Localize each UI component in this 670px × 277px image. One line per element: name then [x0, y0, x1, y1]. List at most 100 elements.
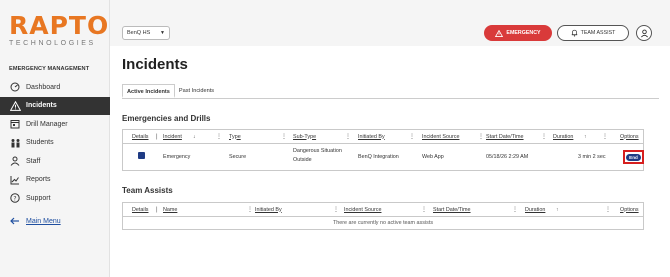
- team-assist-button[interactable]: TEAM ASSIST: [557, 25, 629, 41]
- sort-arrow-icon[interactable]: ↓: [193, 134, 196, 140]
- column-header-options: Options: [620, 206, 639, 213]
- column-menu-icon[interactable]: ⋮: [605, 206, 611, 213]
- column-header-incident[interactable]: Incident: [163, 134, 182, 140]
- column-menu-icon[interactable]: ⋮: [281, 133, 287, 140]
- sidebar-item-label: Support: [26, 194, 51, 202]
- table-header-row: Details | Incident ↓ ⋮ Type ⋮ Sub-Type ⋮…: [123, 130, 643, 144]
- column-menu-icon[interactable]: ⋮: [541, 133, 547, 140]
- emergency-button-label: EMERGENCY: [506, 30, 541, 36]
- sidebar-item-reports[interactable]: Reports: [0, 171, 110, 189]
- table-header-row: Details | Name ⋮ Initiated By ⋮ Incident…: [123, 203, 643, 217]
- column-header-duration[interactable]: Duration: [553, 134, 573, 140]
- emergency-button[interactable]: EMERGENCY: [484, 25, 552, 41]
- sidebar: RAPTOR TECHNOLOGIES EMERGENCY MANAGEMENT…: [0, 0, 130, 277]
- column-menu-icon[interactable]: ⋮: [247, 206, 253, 213]
- school-select-value: BenQ HS: [127, 30, 151, 36]
- empty-state-message: There are currently no active team assis…: [332, 220, 434, 226]
- column-header-name[interactable]: Name: [163, 207, 177, 213]
- sort-arrow-icon[interactable]: ↑: [556, 207, 559, 213]
- sidebar-item-dashboard[interactable]: Dashboard: [0, 78, 110, 96]
- end-button-label: End: [626, 153, 641, 161]
- students-icon: [9, 137, 21, 149]
- start-cell: 05/18/26 2:29 AM: [486, 154, 529, 160]
- warning-icon: [9, 100, 21, 112]
- school-select[interactable]: BenQ HS ▼: [122, 26, 170, 40]
- column-header-initiated-by[interactable]: Initiated By: [358, 134, 385, 140]
- tab-past-incidents[interactable]: Past Incidents: [175, 84, 218, 98]
- subtype-line-2: Outside: [293, 157, 312, 163]
- incident-cell: Emergency: [163, 154, 191, 160]
- column-menu-icon[interactable]: ⋮: [478, 133, 484, 140]
- sidebar-item-staff[interactable]: Staff: [0, 152, 110, 170]
- warning-icon: [495, 29, 504, 37]
- column-header-start[interactable]: Start Date/Time: [433, 207, 471, 213]
- team-assists-table: Details | Name ⋮ Initiated By ⋮ Incident…: [122, 202, 644, 230]
- main-content: Incidents Active Incidents Past Incident…: [110, 46, 670, 277]
- sidebar-nav: Dashboard Incidents Drill Manager Studen…: [0, 78, 110, 231]
- logo-main-text: RAPTOR: [9, 11, 130, 40]
- calendar-icon: [9, 118, 21, 130]
- bell-icon: [571, 29, 577, 37]
- staff-icon: [9, 155, 21, 167]
- user-icon: [640, 29, 648, 37]
- column-header-details[interactable]: Details: [132, 207, 148, 213]
- page-title: Incidents: [122, 56, 188, 73]
- column-menu-icon[interactable]: ⋮: [602, 133, 608, 140]
- sidebar-item-incidents[interactable]: Incidents: [0, 96, 110, 115]
- sidebar-item-label: Dashboard: [26, 83, 61, 91]
- sort-arrow-icon[interactable]: ↑: [584, 134, 587, 140]
- column-menu-icon[interactable]: ⋮: [409, 133, 415, 140]
- chart-icon: [9, 174, 21, 186]
- tab-active-incidents[interactable]: Active Incidents: [122, 84, 175, 98]
- dashboard-icon: [9, 81, 21, 93]
- details-icon[interactable]: [138, 152, 145, 159]
- team-assists-section-title: Team Assists: [122, 186, 173, 195]
- top-header: BenQ HS ▼ EMERGENCY TEAM ASSIST: [110, 0, 670, 46]
- main-menu-link[interactable]: Main Menu: [0, 212, 110, 230]
- sidebar-item-students[interactable]: Students: [0, 134, 110, 152]
- column-menu-icon[interactable]: ⋮: [421, 206, 427, 213]
- type-cell: Secure: [229, 154, 247, 160]
- column-menu-icon[interactable]: ⋮: [216, 133, 222, 140]
- sidebar-item-label: Reports: [26, 176, 51, 183]
- raptor-logo[interactable]: RAPTOR TECHNOLOGIES: [9, 11, 130, 48]
- column-header-details[interactable]: Details: [132, 134, 148, 140]
- emergencies-section-title: Emergencies and Drills: [122, 114, 211, 123]
- end-incident-button[interactable]: End: [623, 150, 644, 164]
- incident-tabs: Active Incidents Past Incidents: [122, 84, 218, 98]
- column-header-options: Options: [620, 133, 639, 140]
- sidebar-heading: EMERGENCY MANAGEMENT: [9, 66, 90, 72]
- incident-source-cell: Web App: [422, 154, 444, 160]
- emergencies-table: Details | Incident ↓ ⋮ Type ⋮ Sub-Type ⋮…: [122, 129, 644, 171]
- empty-state-row: There are currently no active team assis…: [123, 217, 643, 229]
- column-header-incident-source[interactable]: Incident Source: [422, 134, 459, 140]
- column-menu-icon[interactable]: ⋮: [345, 133, 351, 140]
- svg-text:?: ?: [13, 195, 16, 202]
- main-menu-label: Main Menu: [26, 217, 61, 225]
- sidebar-item-label: Incidents: [26, 102, 57, 109]
- column-header-start[interactable]: Start Date/Time: [486, 134, 524, 140]
- sidebar-item-label: Drill Manager: [26, 120, 68, 128]
- column-divider: |: [156, 206, 158, 213]
- column-divider: |: [156, 133, 158, 140]
- help-icon: ?: [9, 192, 21, 204]
- table-row: Emergency Secure Dangerous Situation Out…: [123, 144, 644, 170]
- column-header-duration[interactable]: Duration: [525, 207, 545, 213]
- sidebar-item-drill-manager[interactable]: Drill Manager: [0, 115, 110, 133]
- column-header-incident-source[interactable]: Incident Source: [344, 207, 381, 213]
- subtype-cell: Dangerous Situation Outside: [293, 147, 342, 165]
- user-menu-button[interactable]: [636, 25, 652, 41]
- initiated-by-cell: BenQ Integration: [358, 154, 399, 160]
- sidebar-item-label: Students: [26, 139, 54, 146]
- team-assist-button-label: TEAM ASSIST: [580, 30, 616, 36]
- sidebar-item-label: Staff: [26, 157, 41, 165]
- column-header-initiated-by[interactable]: Initiated By: [255, 207, 282, 213]
- arrow-left-icon: [9, 215, 21, 227]
- sidebar-item-support[interactable]: ? Support: [0, 189, 110, 207]
- chevron-down-icon: ▼: [160, 30, 165, 36]
- column-menu-icon[interactable]: ⋮: [333, 206, 339, 213]
- column-header-subtype[interactable]: Sub-Type: [293, 134, 316, 140]
- column-header-type[interactable]: Type: [229, 134, 241, 140]
- duration-cell: 3 min 2 sec: [578, 154, 606, 160]
- column-menu-icon[interactable]: ⋮: [512, 206, 518, 213]
